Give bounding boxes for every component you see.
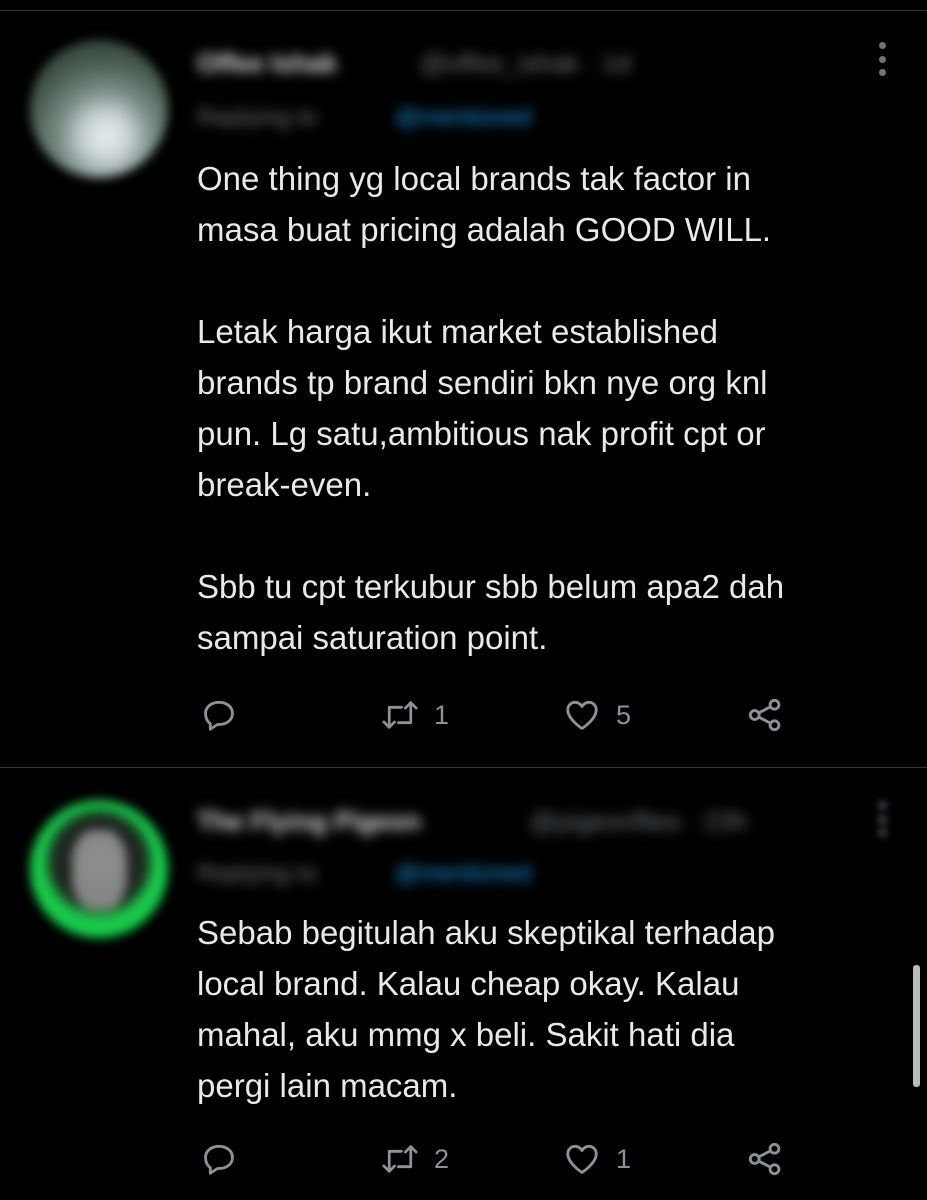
heart-icon bbox=[562, 1140, 602, 1178]
share-button[interactable] bbox=[745, 1140, 785, 1178]
retweet-button[interactable]: 1 bbox=[380, 696, 449, 734]
like-count: 5 bbox=[616, 699, 632, 730]
replying-to-label: Replying to bbox=[197, 104, 318, 131]
retweet-button[interactable]: 2 bbox=[380, 1140, 449, 1178]
author-name[interactable]: Offee Ishak bbox=[197, 48, 337, 79]
author-name[interactable]: The Flying Pigeon bbox=[197, 806, 421, 837]
share-icon bbox=[745, 1140, 785, 1178]
replying-to-handle[interactable]: @mentioned bbox=[395, 860, 531, 888]
tweet-actions: 1 5 bbox=[200, 696, 820, 736]
author-handle[interactable]: @offee_ishak · 1d bbox=[420, 48, 631, 79]
like-button[interactable]: 1 bbox=[562, 1140, 631, 1178]
more-vertical-icon[interactable] bbox=[877, 802, 887, 836]
tweet-text: One thing yg local brands tak factor in … bbox=[197, 160, 785, 656]
share-button[interactable] bbox=[745, 696, 785, 734]
share-icon bbox=[745, 696, 785, 734]
reply-icon bbox=[200, 1140, 238, 1178]
reply-button[interactable] bbox=[200, 1140, 238, 1178]
heart-icon bbox=[562, 696, 602, 734]
reply-button[interactable] bbox=[200, 696, 238, 734]
reply-icon bbox=[200, 696, 238, 734]
replying-to-label: Replying to bbox=[197, 860, 318, 887]
tweet-actions: 2 1 bbox=[200, 1140, 820, 1180]
author-handle[interactable]: @pigeonflies · 23h bbox=[530, 806, 747, 837]
tweet[interactable]: Offee Ishak @offee_ishak · 1d Replying t… bbox=[0, 0, 927, 767]
retweet-icon bbox=[380, 1140, 420, 1178]
like-count: 1 bbox=[616, 1143, 632, 1174]
avatar[interactable] bbox=[30, 800, 168, 938]
avatar[interactable] bbox=[30, 40, 168, 178]
retweet-icon bbox=[380, 696, 420, 734]
replying-to-handle[interactable]: @mentioned bbox=[395, 104, 531, 132]
tweet[interactable]: The Flying Pigeon @pigeonflies · 23h Rep… bbox=[0, 768, 927, 1200]
more-vertical-icon[interactable] bbox=[877, 42, 887, 76]
tweet-text: Sebab begitulah aku skeptikal terhadap l… bbox=[197, 914, 775, 1104]
retweet-count: 1 bbox=[434, 699, 450, 730]
timeline: Offee Ishak @offee_ishak · 1d Replying t… bbox=[0, 0, 927, 1200]
like-button[interactable]: 5 bbox=[562, 696, 631, 734]
scrollbar[interactable] bbox=[913, 965, 920, 1087]
retweet-count: 2 bbox=[434, 1143, 450, 1174]
